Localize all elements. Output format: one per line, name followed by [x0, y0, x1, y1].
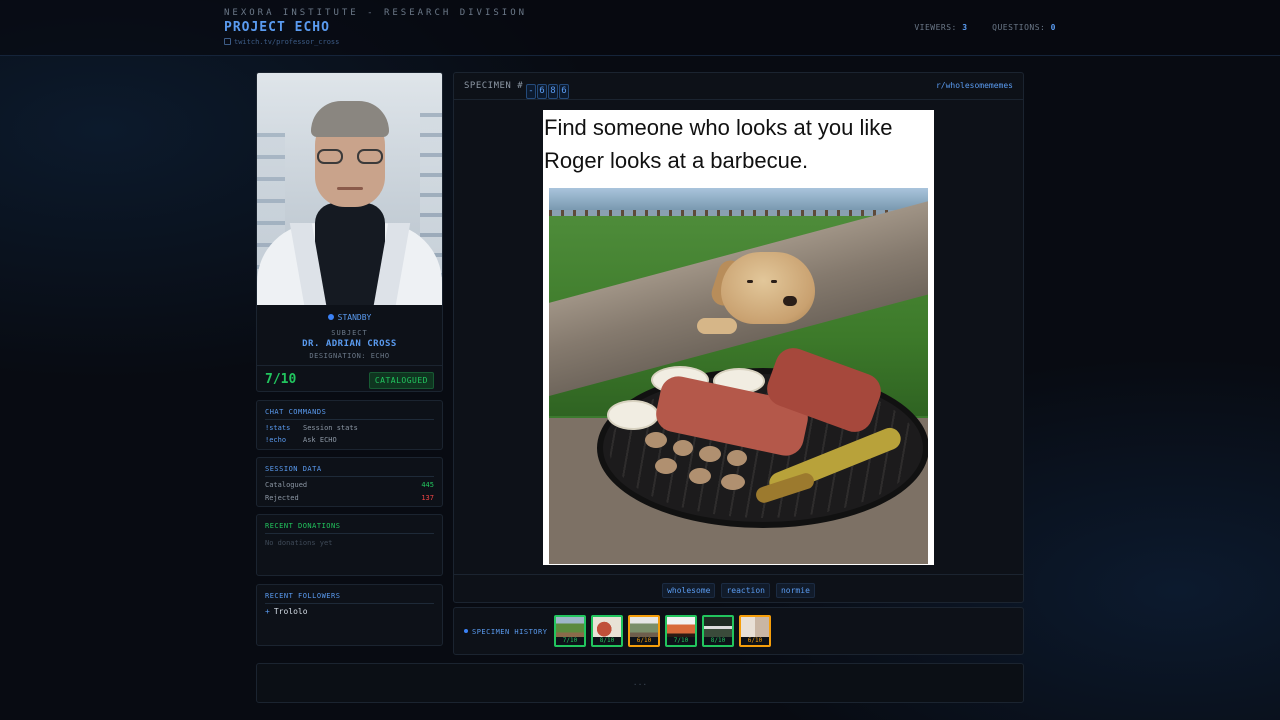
subreddit-link[interactable]: r/wholesomememes — [936, 81, 1013, 90]
viewers-label: VIEWERS: — [914, 23, 957, 32]
bottom-message-bar: ... — [256, 663, 1024, 703]
current-score: 7/10 — [265, 372, 297, 387]
history-thumbnail[interactable]: 8/10 — [702, 615, 734, 647]
specimen-digit: - — [526, 84, 536, 99]
rejected-label: Rejected — [265, 494, 299, 502]
recent-donations-panel: RECENT DONATIONS No donations yet — [256, 514, 443, 576]
specimen-digit: 6 — [559, 84, 569, 99]
dog-image — [721, 252, 815, 324]
history-score: 6/10 — [630, 637, 658, 645]
catalogued-label: Catalogued — [265, 481, 308, 489]
organization-label: NEXORA INSTITUTE - RESEARCH DIVISION — [224, 8, 528, 18]
history-score: 7/10 — [667, 637, 695, 645]
meme-caption-line: Find someone who looks at you like — [544, 115, 893, 140]
catalogued-row: Catalogued 445 — [265, 481, 434, 489]
subject-label: SUBJECT — [331, 329, 368, 337]
command-description: Session stats — [303, 424, 358, 432]
meme-image: Find someone who looks at you like Roger… — [543, 110, 934, 565]
specimen-history-panel: SPECIMEN HISTORY 7/10 8/10 6/10 7/10 8/1… — [453, 607, 1024, 655]
history-score: 8/10 — [704, 637, 732, 645]
rejected-count: 137 — [421, 494, 434, 502]
channel-url: twitch.tv/professor_cross — [234, 38, 340, 46]
session-data-title: SESSION DATA — [265, 465, 322, 473]
specimen-history-title: SPECIMEN HISTORY — [472, 628, 548, 636]
status-indicator: STANDBY — [257, 313, 442, 322]
command-name: !stats — [265, 424, 291, 432]
subject-portrait — [257, 73, 442, 305]
specimen-label: SPECIMEN # — [464, 81, 524, 91]
loading-indicator: ... — [632, 678, 648, 687]
follower-name: Trololo — [273, 607, 308, 616]
catalogued-count: 445 — [421, 481, 434, 489]
questions-count: 0 — [1050, 23, 1056, 32]
specimen-digit: 6 — [537, 84, 547, 99]
chat-commands-title: CHAT COMMANDS — [265, 408, 327, 416]
history-thumbnail[interactable]: 7/10 — [554, 615, 586, 647]
donations-empty-text: No donations yet — [265, 539, 333, 547]
history-dot-icon — [464, 629, 468, 633]
history-thumbnail[interactable]: 6/10 — [739, 615, 771, 647]
app-header: NEXORA INSTITUTE - RESEARCH DIVISION PRO… — [0, 0, 1280, 56]
chat-commands-panel: CHAT COMMANDS !stats Session stats !echo A… — [256, 400, 443, 450]
plus-icon: + — [265, 607, 270, 616]
specimen-number: -686 — [526, 78, 570, 99]
session-data-panel: SESSION DATA Catalogued 445 Rejected 137 — [256, 457, 443, 507]
specimen-tags: wholesome reaction normie — [454, 583, 1023, 598]
subject-profile-card: STANDBY SUBJECT DR. ADRIAN CROSS DESIGNA… — [256, 72, 443, 392]
subject-designation: DESIGNATION: ECHO — [309, 352, 390, 360]
subject-name: DR. ADRIAN CROSS — [302, 339, 397, 349]
recent-followers-panel: RECENT FOLLOWERS + Trololo — [256, 584, 443, 646]
header-stats: VIEWERS: 3 QUESTIONS: 0 — [914, 23, 1056, 32]
viewers-count: 3 — [962, 23, 968, 32]
history-score: 8/10 — [593, 637, 621, 645]
tag-chip[interactable]: reaction — [721, 583, 770, 598]
command-row: !echo Ask ECHO — [265, 436, 337, 444]
meme-caption-line: Roger looks at a barbecue. — [544, 148, 809, 173]
status-text: STANDBY — [337, 313, 372, 322]
specimen-history-label: SPECIMEN HISTORY — [464, 628, 547, 636]
history-thumbnail[interactable]: 6/10 — [628, 615, 660, 647]
meme-caption: Find someone who looks at you like Roger… — [544, 111, 924, 177]
meme-photo — [549, 188, 928, 564]
tag-chip[interactable]: normie — [775, 583, 815, 598]
history-score: 7/10 — [556, 637, 584, 645]
project-title: PROJECT ECHO — [224, 20, 330, 35]
rejected-row: Rejected 137 — [265, 494, 434, 502]
history-score: 6/10 — [741, 637, 769, 645]
recent-followers-title: RECENT FOLLOWERS — [265, 592, 341, 600]
specimen-viewer: SPECIMEN # -686 r/wholesomememes Find so… — [453, 72, 1024, 603]
stream-icon — [224, 38, 231, 45]
recent-donations-title: RECENT DONATIONS — [265, 522, 341, 530]
history-thumbnail[interactable]: 8/10 — [591, 615, 623, 647]
status-dot-icon — [327, 314, 334, 320]
specimen-digit: 8 — [548, 84, 558, 99]
questions-label: QUESTIONS: — [992, 23, 1046, 32]
tag-chip[interactable]: wholesome — [662, 583, 716, 598]
history-thumbnail[interactable]: 7/10 — [665, 615, 697, 647]
command-name: !echo — [265, 436, 287, 444]
command-description: Ask ECHO — [303, 436, 337, 444]
channel-link[interactable]: twitch.tv/professor_cross — [224, 38, 339, 46]
follower-item: + Trololo — [265, 607, 308, 616]
command-row: !stats Session stats — [265, 424, 358, 432]
verdict-badge: CATALOGUED — [368, 372, 434, 389]
